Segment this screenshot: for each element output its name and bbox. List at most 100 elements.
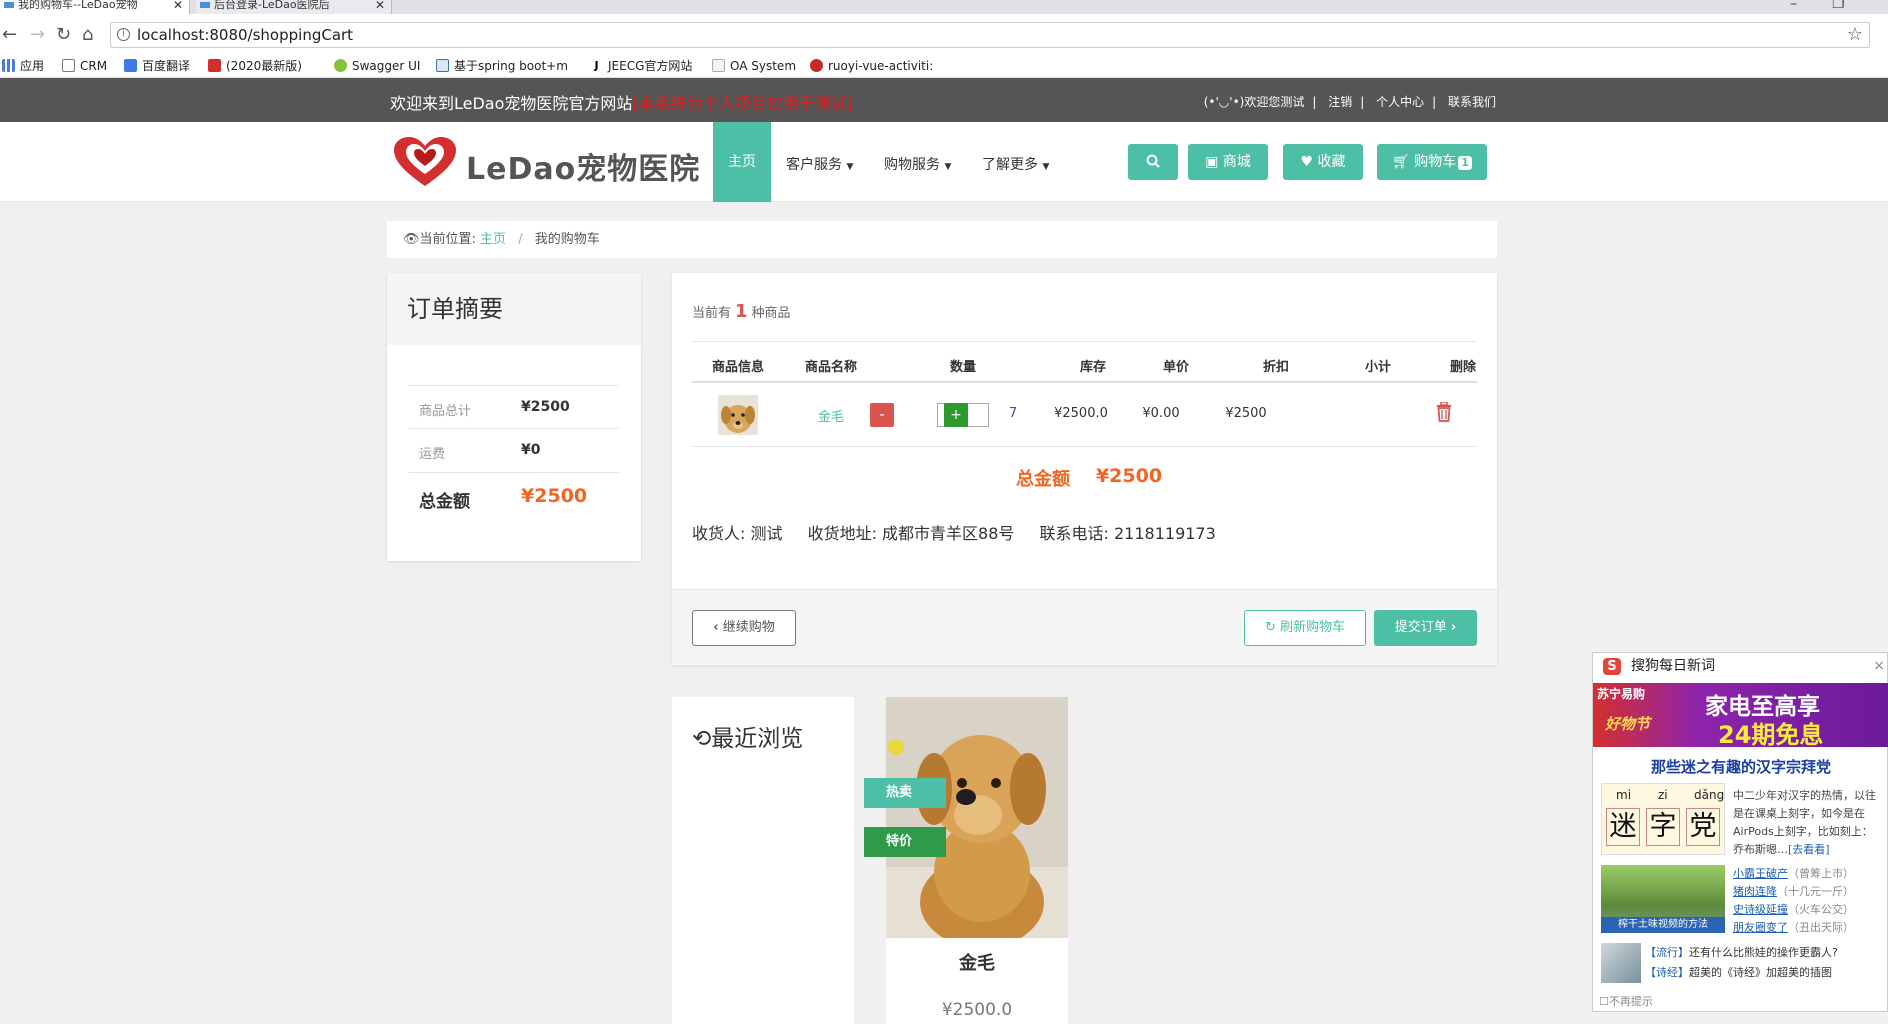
refresh-icon: ↻ — [1264, 620, 1276, 635]
shipping-label: 运费 — [419, 447, 446, 462]
apps-grid-icon — [2, 59, 15, 72]
news-link[interactable]: 朋友圈变了 — [1733, 921, 1788, 934]
bookmark-baidu-translate[interactable]: 百度翻译 — [124, 58, 190, 74]
nav-shopping-service[interactable]: 购物服务 ▼ — [884, 154, 951, 174]
breadcrumb-home-link[interactable]: 主页 — [480, 232, 506, 247]
quantity-increase-button[interactable]: + — [944, 403, 968, 427]
summary-shipping-row: 运费 ¥0 — [409, 429, 619, 473]
product-image[interactable] — [886, 697, 1068, 938]
mall-button[interactable]: ▣ 商城 — [1188, 144, 1268, 180]
tab-close-icon[interactable]: ✕ — [375, 0, 385, 11]
table-row: 金毛 - 1 + 7 ¥2500.0 ¥0.00 ¥2500 — [692, 383, 1477, 447]
bookmark-oa[interactable]: OA System — [712, 58, 796, 74]
logo-heart-icon[interactable] — [392, 136, 458, 188]
news-image[interactable]: 榨干土味视频的方法 — [1601, 865, 1725, 933]
nav-customer-service[interactable]: 客户服务 ▼ — [786, 154, 853, 174]
no-remind-checkbox[interactable]: ☐不再提示 — [1599, 993, 1653, 1009]
contact-link[interactable]: 联系我们 — [1448, 95, 1496, 109]
cart-count-badge: 1 — [1458, 156, 1472, 170]
cart-count-line: 当前有 1 种商品 — [692, 301, 791, 322]
sogou-news-popup: S 搜狗每日新词 × 苏宁易购 好物节 家电至高享 24期免息 那些迷之有趣的汉… — [1592, 652, 1888, 1012]
col-subtotal: 小计 — [1364, 360, 1392, 375]
jeecg-icon: J — [590, 59, 603, 72]
search-icon — [1146, 154, 1160, 168]
shop-icon: ▣ — [1205, 154, 1219, 170]
cart-icon: 🛒︎ — [1392, 154, 1410, 170]
back-icon[interactable]: ← — [2, 24, 17, 45]
refresh-cart-button[interactable]: ↻ 刷新购物车 — [1244, 610, 1366, 646]
forward-icon[interactable]: → — [30, 24, 45, 45]
profile-link[interactable]: 个人中心 — [1376, 95, 1424, 109]
recently-viewed-panel: ⟲最近浏览 — [672, 697, 854, 1024]
bookmark-2020[interactable]: (2020最新版) — [208, 58, 302, 74]
home-icon[interactable]: ⌂ — [82, 24, 93, 45]
banner-sub: 好物节 — [1605, 715, 1651, 733]
submit-order-button[interactable]: 提交订单 › — [1374, 610, 1477, 646]
cart-button[interactable]: 🛒︎ 购物车 1 — [1377, 144, 1487, 180]
maximize-icon[interactable]: ❐ — [1832, 0, 1845, 12]
product-name-link[interactable]: 金毛 — [818, 406, 844, 425]
continue-shopping-button[interactable]: ‹ 继续购物 — [692, 610, 796, 646]
news-link[interactable]: 小霸王破产 — [1733, 867, 1788, 880]
cart-total-label: 总金额 — [1016, 469, 1070, 490]
bookmark-apps[interactable]: 应用 — [2, 58, 44, 74]
product-card[interactable]: 热卖 特价 金毛 ¥2500.0 — [864, 697, 1068, 1024]
address-bar[interactable]: i localhost:8080/shoppingCart ☆ — [110, 22, 1870, 48]
nav-home[interactable]: 主页 — [713, 122, 771, 202]
see-more-link[interactable]: [去看看] — [1788, 843, 1830, 856]
minimize-icon[interactable]: – — [1790, 0, 1797, 12]
delivery-address: 收货地址: 成都市青羊区88号 — [807, 524, 1015, 543]
close-icon[interactable]: × — [1873, 653, 1885, 679]
word-image[interactable]: mi zi dǎng 迷 字 党 — [1601, 783, 1725, 855]
recipient-name: 收货人: 测试 — [692, 524, 783, 543]
list-item[interactable]: 【流行】还有什么比熊娃的操作更霸人? — [1645, 943, 1838, 963]
bookmark-swagger[interactable]: Swagger UI — [334, 58, 420, 74]
banner-line2: 24期免息 — [1718, 721, 1824, 747]
bookmark-jeecg[interactable]: J JEECG官方网站 — [590, 58, 692, 74]
pinyin: dǎng — [1694, 788, 1725, 802]
bookmark-crm[interactable]: CRM — [62, 58, 107, 74]
browser-tab-cart[interactable]: 我的购物车--LeDao宠物 ✕ — [0, 0, 190, 14]
welcome-text: 欢迎来到LeDao宠物医院官方网站[本系统为个人项目仅用于测试] — [390, 90, 853, 114]
logout-link[interactable]: 注销 — [1328, 95, 1352, 109]
col-unit-price: 单价 — [1162, 360, 1190, 375]
cart-footer: ‹ 继续购物 ↻ 刷新购物车 提交订单 › — [672, 589, 1497, 665]
discount-value: ¥0.00 — [1142, 406, 1180, 421]
bookmark-spring-boot[interactable]: 基于spring boot+m — [436, 58, 568, 74]
list-item[interactable]: 【诗经】超美的《诗经》加超美的插图 — [1645, 963, 1838, 983]
hot-tag: 热卖 — [864, 778, 946, 808]
search-button[interactable] — [1128, 144, 1178, 180]
col-quantity: 数量 — [949, 360, 977, 375]
popup-headline[interactable]: 那些迷之有趣的汉字宗拜党 — [1593, 756, 1888, 777]
shipping-value: ¥0 — [521, 442, 541, 458]
quantity-decrease-button[interactable]: - — [870, 403, 894, 427]
poem-image[interactable] — [1601, 943, 1641, 983]
special-tag: 特价 — [864, 827, 946, 857]
ad-banner[interactable]: 苏宁易购 好物节 家电至高享 24期免息 — [1593, 683, 1888, 747]
reload-icon[interactable]: ↻ — [56, 24, 71, 45]
contact-phone: 联系电话: 2118119173 — [1039, 524, 1216, 543]
tab-close-icon[interactable]: ✕ — [173, 0, 183, 11]
sogou-logo-icon: S — [1603, 658, 1621, 675]
news-link[interactable]: 猪肉连降 — [1733, 885, 1777, 898]
breadcrumb-current: 我的购物车 — [534, 232, 600, 247]
caret-down-icon: ▼ — [944, 162, 952, 172]
user-greeting[interactable]: (•'◡'•)欢迎您测试 — [1204, 95, 1305, 109]
csdn-icon — [208, 59, 221, 72]
cart-panel: 当前有 1 种商品 商品信息 商品名称 数量 库存 单价 折扣 小计 删除 金毛 -… — [672, 273, 1497, 665]
news-link[interactable]: 史诗级延撞 — [1733, 903, 1788, 916]
list-item: 猪肉连降（十几元一斤） — [1733, 885, 1854, 898]
bookmark-ruoyi[interactable]: ruoyi-vue-activiti: — [810, 58, 933, 74]
popup-title: 搜狗每日新词 — [1631, 658, 1715, 674]
info-icon[interactable]: i — [117, 28, 130, 41]
bookmark-star-icon[interactable]: ☆ — [1847, 23, 1863, 47]
favorites-button[interactable]: ♥ 收藏 — [1283, 144, 1363, 180]
swagger-icon — [334, 59, 347, 72]
product-thumbnail[interactable] — [718, 395, 758, 435]
logo-text[interactable]: LeDao宠物医院 — [466, 144, 700, 188]
browser-tab-admin[interactable]: 后台登录-LeDao医院后 ✕ — [196, 0, 392, 14]
site-header: LeDao宠物医院 主页 客户服务 ▼ 购物服务 ▼ 了解更多 ▼ ▣ 商城 ♥… — [0, 122, 1888, 202]
product-card-name[interactable]: 金毛 — [886, 949, 1068, 975]
nav-learn-more[interactable]: 了解更多 ▼ — [982, 154, 1049, 174]
trash-icon[interactable] — [1436, 402, 1452, 422]
